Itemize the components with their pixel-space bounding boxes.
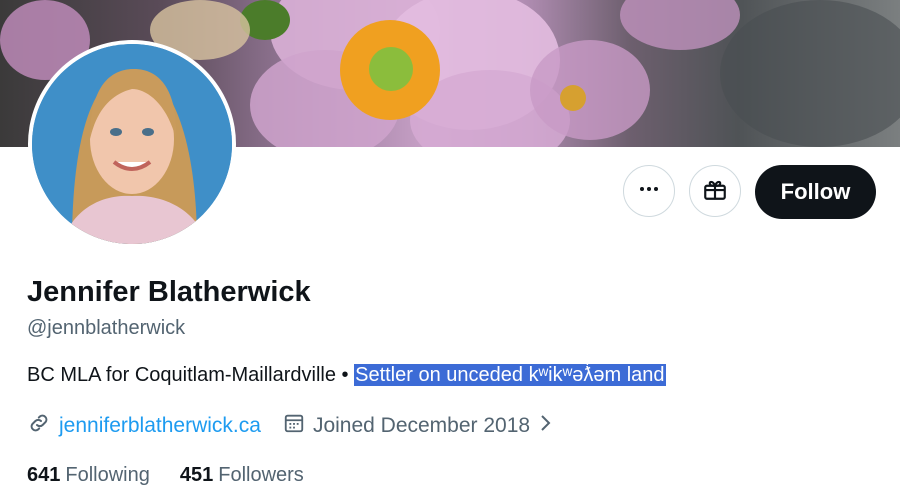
- more-icon: [637, 177, 661, 206]
- followers-count: 451: [179, 464, 214, 486]
- following-count: 641: [27, 464, 61, 486]
- following-link[interactable]: 641 Following: [27, 464, 150, 487]
- profile-handle: @jennblatherwick: [27, 317, 186, 339]
- link-icon: [27, 411, 51, 441]
- bio-text: BC MLA for Coquitlam-Maillardville •: [27, 364, 355, 386]
- followers-link[interactable]: 451 Followers: [180, 464, 304, 487]
- more-options-button[interactable]: [623, 165, 675, 217]
- follow-button[interactable]: Follow: [755, 165, 876, 219]
- profile-avatar[interactable]: [28, 40, 236, 248]
- joined-date: Joined December 2018: [312, 414, 531, 437]
- profile-name: Jennifer Blatherwick: [27, 276, 311, 308]
- website-link[interactable]: jenniferblatherwick.ca: [59, 414, 261, 438]
- avatar-photo: [32, 44, 232, 244]
- bio-selected-text: Settler on unceded kʷikʷəƛ̓əm land: [354, 364, 666, 386]
- followers-label: Followers: [218, 464, 304, 486]
- chevron-right-icon[interactable]: [536, 412, 554, 440]
- gift-icon: [702, 176, 728, 207]
- profile-meta: jenniferblatherwick.ca Joined December 2…: [27, 411, 554, 441]
- gift-button[interactable]: [689, 165, 741, 217]
- calendar-icon: [283, 412, 305, 440]
- following-label: Following: [65, 464, 150, 486]
- profile-stats: 641 Following 451 Followers: [27, 464, 304, 487]
- profile-bio: BC MLA for Coquitlam-Maillardville • Set…: [27, 364, 666, 387]
